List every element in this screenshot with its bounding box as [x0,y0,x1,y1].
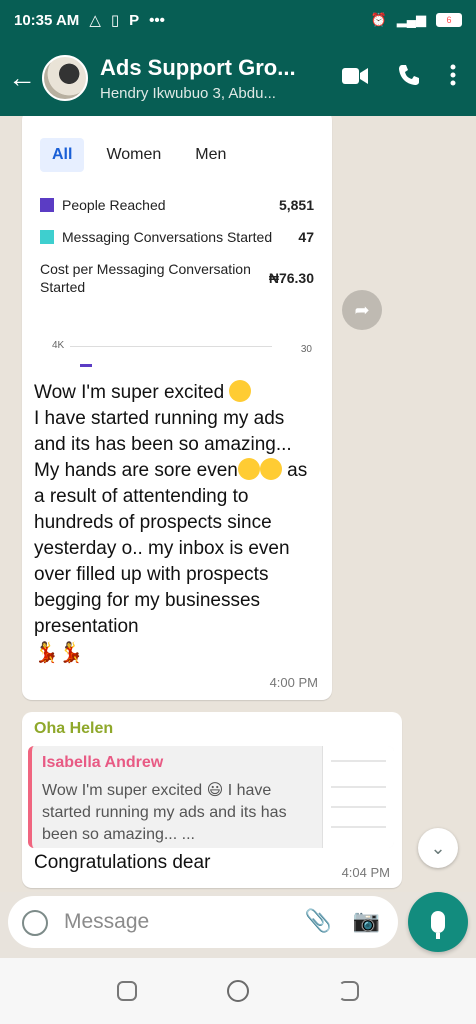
metric-people-reached: People Reached 5,851 [40,196,314,214]
chart-tick-left: 4K [52,340,65,351]
participants-list: Hendry Ikwubuo 3, Abdu... [100,84,276,102]
video-call-icon[interactable] [342,65,368,91]
metric-value: 47 [298,229,314,245]
status-bar: 10:35 AM △ ▯ P ••• ⏰ ▂▄▆ 6 [0,0,476,40]
chart-bar [80,364,92,367]
metric-label: Messaging Conversations Started [62,229,273,245]
mic-icon [431,911,445,939]
message-bubble-image[interactable]: All Women Men People Reached 5,851 Messa… [22,116,332,700]
tab-women: Women [106,146,162,163]
message-body-2: as a result of attentending to hundreds … [34,460,308,637]
message-placeholder[interactable]: Message [64,910,149,934]
parking-icon: P [129,11,140,29]
recent-apps-icon[interactable] [117,981,137,1001]
dancer-emoji-icon: 💃💃 [34,642,84,664]
metric-cost: Cost per Messaging Conversation Started … [40,260,314,296]
battery-level: 6 [446,15,452,25]
mic-button[interactable] [408,892,468,952]
scroll-down-icon[interactable]: ⌄ [418,828,458,868]
quote-thumbnail [322,746,394,848]
tab-all: All [40,138,85,172]
camera-icon[interactable]: 📷 [353,908,380,934]
status-time: 10:35 AM [14,11,80,29]
laughing-emoji-icon [259,458,282,480]
group-name: Ads Support Gro... [100,54,296,80]
metric-value: ₦76.30 [268,270,314,286]
attach-icon[interactable]: 📎 [305,908,332,934]
chart-tick-right: 30 [300,344,312,355]
battery-saver-icon: ▯ [110,12,120,29]
chat-area[interactable]: All Women Men People Reached 5,851 Messa… [0,116,476,892]
forward-icon[interactable]: ➦ [342,290,382,330]
tab-men: Men [195,146,227,163]
alert-icon: △ [89,12,101,29]
quote-author: Isabella Andrew [42,754,164,771]
metric-conversations: Messaging Conversations Started 47 [40,228,314,246]
teal-swatch-icon [40,230,54,244]
message-input[interactable]: Message 📎 📷 [8,896,398,948]
chart-gridline [70,346,272,347]
laughing-emoji-icon [237,458,260,480]
chat-header: ← Ads Support Gro... Hendry Ikwubuo 3, A… [0,40,476,116]
thumb-line [331,760,386,762]
purple-swatch-icon [40,198,54,212]
message-time: 4:00 PM [269,675,318,690]
metric-value: 5,851 [278,197,314,213]
metric-label: Cost per Messaging Conversation Started [40,261,251,295]
audience-tabs: All Women Men [40,138,238,172]
alarm-icon: ⏰ [370,12,387,27]
chat-title-block[interactable]: Ads Support Gro... Hendry Ikwubuo 3, Abd… [100,55,330,102]
more-options-icon[interactable] [450,64,456,92]
compose-bar: Message 📎 📷 [0,892,476,958]
back-arrow-icon[interactable]: ← [2,62,42,94]
quote-text: Wow I'm super excited 😃 I have started r… [42,782,287,843]
home-icon[interactable] [227,980,249,1002]
mini-chart: 4K 30 [52,340,312,376]
system-back-icon[interactable] [339,981,359,1001]
thumb-line [331,826,386,828]
signal-icon: ▂▄▆ [396,12,426,27]
message-text: Wow I'm super excited I have started run… [34,380,320,667]
sender-name: Oha Helen [34,720,114,737]
metrics-list: People Reached 5,851 Messaging Conversat… [40,196,314,310]
thumb-line [331,786,386,788]
more-notifications-icon: ••• [149,11,165,29]
system-nav-bar [0,958,476,1024]
quoted-message[interactable]: Isabella Andrew Wow I'm super excited 😃 … [28,746,394,848]
group-avatar[interactable] [42,55,88,101]
metric-label: People Reached [62,197,166,213]
reply-text: Congratulations dear [34,852,211,873]
message-time: 4:04 PM [341,865,390,880]
voice-call-icon[interactable] [398,64,420,92]
grinning-emoji-icon [229,380,252,402]
thumb-line [331,806,386,808]
battery-icon: 6 [436,13,462,27]
emoji-icon[interactable] [22,910,48,936]
message-line-1: Wow I'm super excited [34,382,225,403]
reply-message-bubble[interactable]: Oha Helen Isabella Andrew Wow I'm super … [22,712,402,888]
